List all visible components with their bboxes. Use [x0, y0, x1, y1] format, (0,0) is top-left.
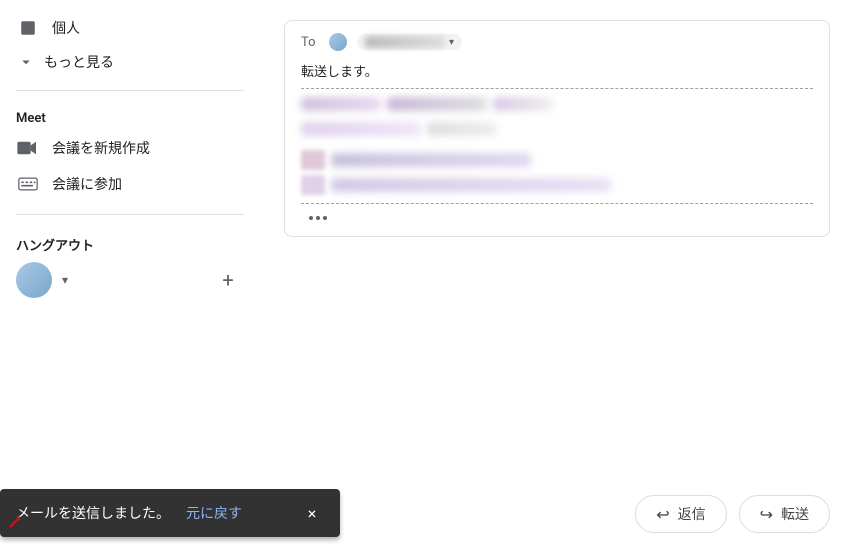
reply-icon: ↩: [656, 505, 669, 524]
blurred-text-5: [427, 122, 497, 136]
blurred-row-3: [301, 150, 813, 170]
main-content: To ▾ 転送します。: [260, 0, 854, 553]
blurred-text-4: [301, 122, 421, 136]
recipient-chip[interactable]: ▾: [357, 34, 462, 50]
hangout-chevron-icon[interactable]: ▾: [62, 273, 68, 287]
blurred-row-4: [301, 175, 813, 195]
reply-label: 返信: [678, 504, 706, 524]
personal-label: 個人: [52, 18, 80, 38]
red-arrow-indicator: [8, 513, 24, 533]
hangout-section: ハングアウト ▾ +: [0, 227, 260, 306]
join-meeting-label: 会議に参加: [52, 174, 122, 194]
more-label: もっと見る: [44, 52, 114, 72]
undo-button[interactable]: 元に戻す: [186, 503, 242, 523]
blurred-row-2: [301, 122, 813, 142]
dot-2: [316, 216, 320, 220]
video-icon: [16, 136, 40, 160]
hangout-user-row: ▾ +: [16, 262, 244, 298]
blurred-text-7: [331, 178, 611, 192]
action-bar: ↩ 返信 ↪ 転送: [635, 495, 830, 533]
forward-button[interactable]: ↪ 転送: [739, 495, 830, 533]
hangout-header: ハングアウト: [16, 235, 244, 254]
add-hangout-button[interactable]: +: [212, 264, 244, 296]
chevron-down-icon: [16, 52, 36, 72]
blurred-icon-1: [301, 150, 325, 170]
sidebar: 個人 もっと見る Meet 会議を新規作成: [0, 0, 260, 553]
blurred-text-2: [387, 97, 487, 111]
to-label: To: [301, 35, 321, 50]
forward-label: 転送: [781, 504, 809, 524]
toast-close-button[interactable]: ×: [300, 501, 324, 525]
sidebar-item-new-meeting[interactable]: 会議を新規作成: [0, 130, 244, 166]
dot-3: [323, 216, 327, 220]
hangout-avatar: [16, 262, 52, 298]
forward-icon: ↪: [760, 505, 773, 524]
more-options: [301, 212, 813, 224]
blurred-icon-2: [301, 175, 325, 195]
recipient-avatar: [329, 33, 347, 51]
forward-text: 転送します。: [301, 61, 813, 80]
new-meeting-label: 会議を新規作成: [52, 138, 150, 158]
divider-1: [16, 90, 244, 91]
sidebar-item-more[interactable]: もっと見る: [0, 46, 244, 78]
to-row: To ▾: [301, 33, 813, 51]
toast-message: メールを送信しました。: [16, 503, 170, 523]
divider-2: [16, 214, 244, 215]
recipient-name: [365, 36, 445, 48]
reply-button[interactable]: ↩ 返信: [635, 495, 726, 533]
blurred-text-6: [331, 153, 531, 167]
blurred-row-1: [301, 97, 813, 117]
blurred-content-1: [301, 97, 813, 142]
blurred-text-3: [493, 97, 553, 111]
keyboard-icon: [16, 172, 40, 196]
sidebar-item-join-meeting[interactable]: 会議に参加: [0, 166, 244, 202]
blurred-content-2: [301, 150, 813, 195]
compose-area: To ▾ 転送します。: [284, 20, 830, 237]
dashed-divider-2: [301, 203, 813, 204]
dashed-divider-1: [301, 88, 813, 89]
toast-notification: メールを送信しました。 元に戻す ×: [0, 489, 340, 537]
more-options-button[interactable]: [301, 212, 335, 224]
personal-icon: [16, 16, 40, 40]
meet-section-label: Meet: [0, 103, 260, 130]
sidebar-item-personal[interactable]: 個人: [0, 10, 244, 46]
recipient-dropdown-icon[interactable]: ▾: [449, 37, 454, 48]
dot-1: [309, 216, 313, 220]
blurred-text-1: [301, 97, 381, 111]
